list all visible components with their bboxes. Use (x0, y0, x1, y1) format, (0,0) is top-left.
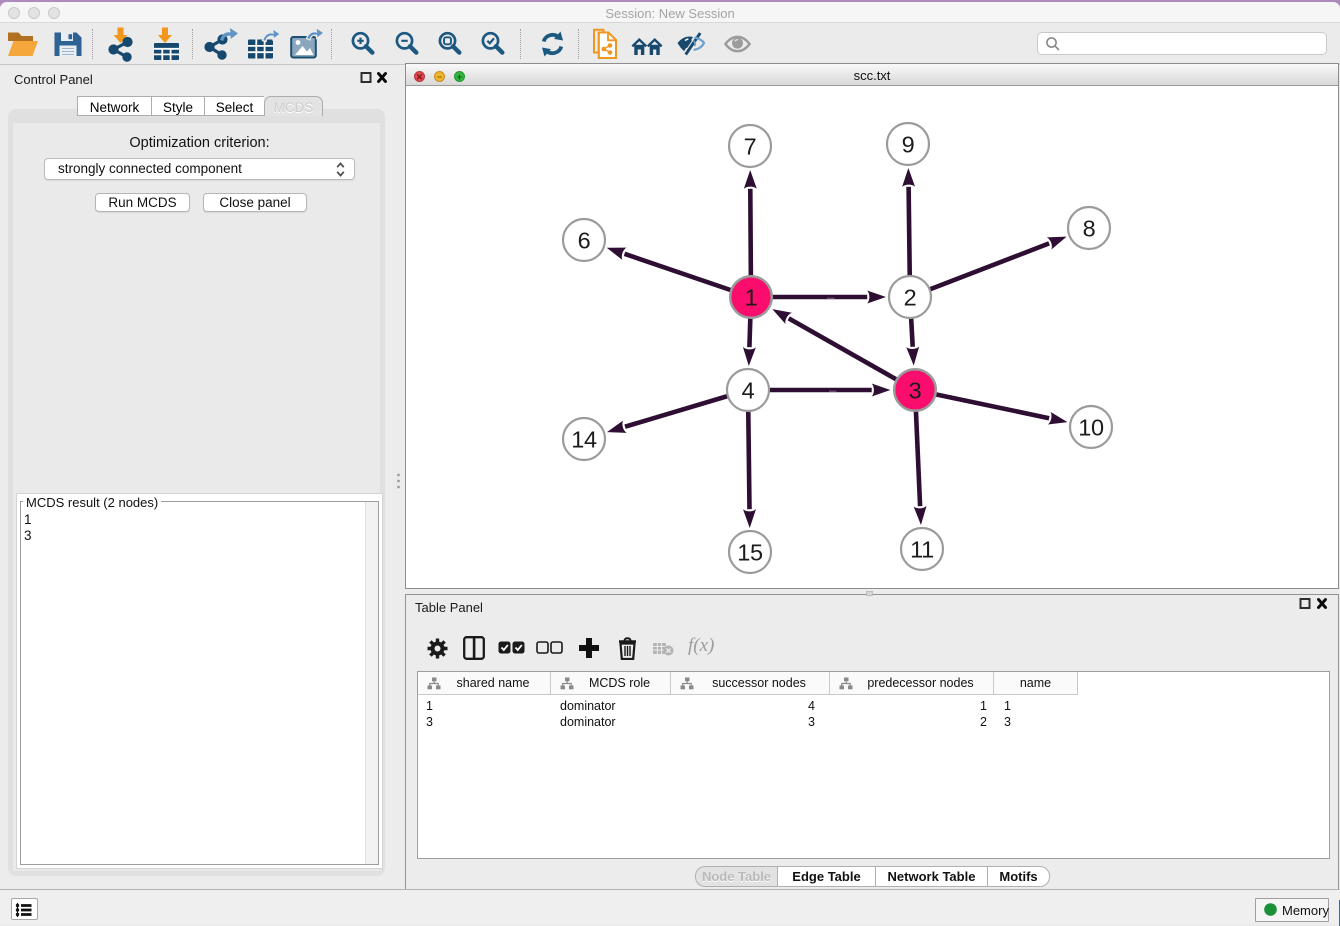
svg-text:14: 14 (571, 427, 597, 453)
svg-text:3: 3 (909, 378, 922, 404)
svg-text:6: 6 (578, 228, 591, 254)
svg-text:1: 1 (745, 285, 758, 311)
svg-text:7: 7 (744, 134, 757, 160)
svg-text:2: 2 (904, 285, 917, 311)
svg-text:9: 9 (902, 132, 915, 158)
svg-text:10: 10 (1078, 415, 1104, 441)
svg-text:11: 11 (910, 537, 934, 563)
svg-text:4: 4 (742, 378, 755, 404)
svg-text:8: 8 (1083, 216, 1096, 242)
svg-text:15: 15 (737, 540, 763, 566)
